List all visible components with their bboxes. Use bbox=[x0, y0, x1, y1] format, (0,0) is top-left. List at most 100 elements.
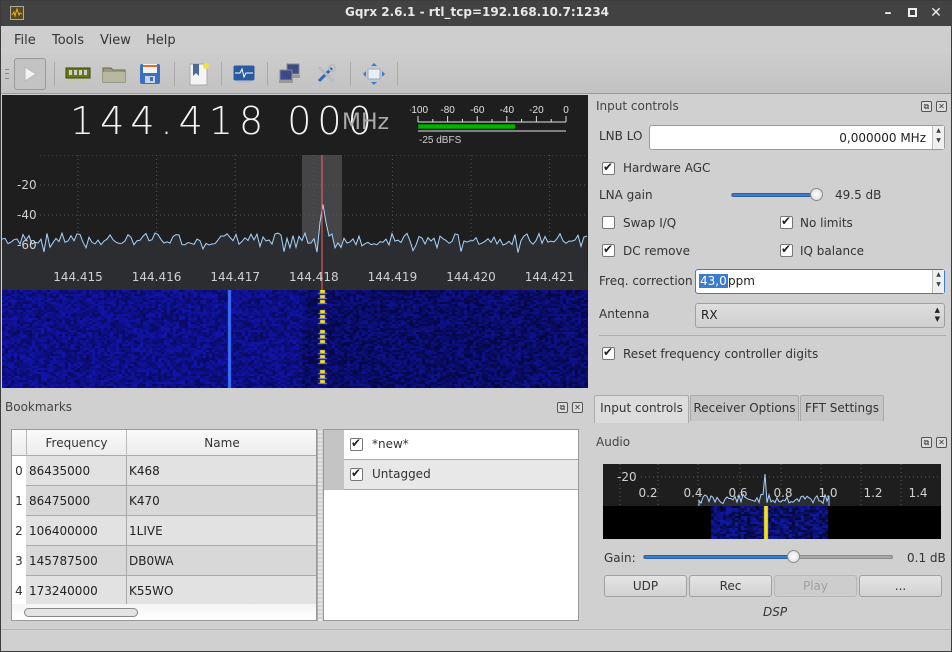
lna-gain-slider[interactable] bbox=[731, 188, 823, 201]
column-header-frequency[interactable]: Frequency bbox=[27, 430, 127, 456]
name-cell[interactable]: DB0WA bbox=[127, 546, 316, 576]
frequency-cell[interactable]: 86475000 bbox=[27, 486, 127, 516]
tag-checkbox[interactable] bbox=[350, 436, 363, 451]
add-bookmark-button[interactable] bbox=[182, 58, 214, 90]
meter-tick-label: -100 bbox=[410, 105, 428, 116]
tools-icon bbox=[317, 64, 336, 83]
float-dock-button[interactable]: ⧉ bbox=[921, 101, 932, 112]
name-cell[interactable]: 1LIVE bbox=[127, 516, 316, 546]
frequency-cell[interactable]: 145787500 bbox=[27, 546, 127, 576]
reset-digits-checkbox[interactable] bbox=[602, 345, 615, 360]
tag-row[interactable]: Untagged bbox=[324, 460, 578, 490]
tags-table[interactable]: *new* Untagged bbox=[323, 429, 579, 621]
freq-correction-label: Freq. correction bbox=[599, 274, 693, 288]
spectrum-plot[interactable]: -20 -40 -60 144.415 144.416 144.417 144.418 144… bbox=[2, 155, 588, 290]
play-button[interactable]: Play bbox=[774, 575, 857, 597]
x-tick-label: 144.415 bbox=[53, 270, 103, 284]
table-row[interactable]: 1 86475000 K470 bbox=[12, 486, 316, 516]
load-settings-button[interactable] bbox=[98, 58, 130, 90]
frequency-display[interactable]: 144.418 000 bbox=[70, 99, 378, 143]
hardware-board-icon bbox=[65, 67, 91, 81]
spectrum-panel[interactable]: 144.418 000 MHz -100 -80 -60 -40 -20 0 -25 dBF… bbox=[2, 95, 588, 388]
iq-balance-checkbox[interactable] bbox=[780, 242, 793, 257]
lnb-lo-field[interactable]: 0,000000 MHz ▲ ▼ bbox=[649, 125, 945, 150]
start-dsp-button[interactable] bbox=[14, 58, 46, 90]
divider bbox=[599, 335, 946, 336]
waterfall[interactable] bbox=[2, 290, 588, 388]
tag-checkbox[interactable] bbox=[350, 466, 363, 481]
toolbar bbox=[1, 53, 951, 94]
frequency-cell[interactable]: 106400000 bbox=[27, 516, 127, 546]
udp-button[interactable]: UDP bbox=[604, 575, 687, 597]
table-row[interactable]: 4 173240000 K55WO bbox=[12, 576, 316, 606]
tag-row[interactable]: *new* bbox=[324, 430, 578, 460]
configure-device-button[interactable] bbox=[62, 58, 94, 90]
menu-help[interactable]: Help bbox=[146, 33, 176, 48]
audio-options-button[interactable]: ... bbox=[859, 575, 942, 597]
lna-gain-label: LNA gain bbox=[599, 188, 653, 202]
tab-receiver-options[interactable]: Receiver Options bbox=[690, 395, 799, 421]
minimize-button[interactable]: – bbox=[879, 4, 897, 22]
row-index: 2 bbox=[12, 516, 26, 546]
remote-control-button[interactable] bbox=[274, 58, 306, 90]
audio-gain-slider-fill bbox=[644, 555, 792, 559]
rec-button[interactable]: Rec bbox=[689, 575, 772, 597]
table-row[interactable]: 3 145787500 DB0WA bbox=[12, 546, 316, 576]
lnb-lo-label: LNB LO bbox=[599, 129, 643, 143]
x-tick-label: 144.419 bbox=[368, 270, 418, 284]
y-tick-label: -60 bbox=[17, 238, 37, 252]
save-settings-button[interactable] bbox=[134, 58, 166, 90]
toolbar-grip[interactable] bbox=[5, 69, 9, 79]
float-dock-button[interactable]: ⧉ bbox=[557, 402, 568, 413]
hardware-agc-checkbox[interactable] bbox=[602, 160, 615, 175]
close-button[interactable]: ✕ bbox=[927, 4, 945, 22]
bookmarks-table[interactable]: Frequency Name 0 86435000 K468 1 86475000 K47… bbox=[11, 429, 317, 621]
close-dock-button[interactable]: ✕ bbox=[936, 437, 947, 448]
y-tick-label: -20 bbox=[17, 178, 37, 192]
no-limits-checkbox[interactable] bbox=[780, 214, 793, 229]
name-cell[interactable]: K468 bbox=[127, 456, 316, 486]
name-cell[interactable]: K55WO bbox=[127, 576, 316, 606]
input-controls-dock-buttons: ⧉ ✕ bbox=[921, 101, 951, 113]
menu-view[interactable]: View bbox=[100, 33, 131, 48]
maximize-button[interactable] bbox=[903, 4, 921, 22]
lna-gain-slider-handle[interactable] bbox=[810, 188, 823, 201]
close-dock-button[interactable]: ✕ bbox=[572, 402, 583, 413]
bookmarks-splitter[interactable] bbox=[317, 429, 322, 621]
menu-tools[interactable]: Tools bbox=[52, 33, 84, 48]
close-dock-button[interactable]: ✕ bbox=[936, 101, 947, 112]
menu-file[interactable]: File bbox=[14, 33, 36, 48]
dc-remove-checkbox[interactable] bbox=[602, 242, 615, 257]
horizontal-scrollbar[interactable] bbox=[12, 604, 316, 620]
frequency-cell[interactable]: 173240000 bbox=[27, 576, 127, 606]
settings-button[interactable] bbox=[310, 58, 342, 90]
antenna-value: RX bbox=[701, 308, 718, 322]
table-row[interactable]: 2 106400000 1LIVE bbox=[12, 516, 316, 546]
float-icon: ⧉ bbox=[559, 403, 566, 412]
swap-iq-checkbox[interactable] bbox=[602, 216, 615, 229]
floppy-disk-icon bbox=[140, 64, 160, 84]
float-dock-button[interactable]: ⧉ bbox=[921, 437, 932, 448]
column-header-name[interactable]: Name bbox=[127, 430, 316, 456]
io-devices-button[interactable] bbox=[228, 58, 260, 90]
scrollbar-thumb[interactable] bbox=[24, 608, 138, 617]
network-computers-icon bbox=[279, 63, 300, 83]
frequency-cell[interactable]: 86435000 bbox=[27, 456, 127, 486]
audio-fft-plot[interactable]: -20 0.2 0.4 0.6 0.8 1.0 1.2 1.4 bbox=[603, 464, 941, 539]
iq-balance-label: IQ balance bbox=[800, 244, 865, 258]
name-cell[interactable]: K470 bbox=[127, 486, 316, 516]
audio-gain-slider[interactable] bbox=[643, 550, 893, 563]
toggle-fullscreen-button[interactable] bbox=[358, 58, 390, 90]
row-header bbox=[324, 430, 344, 460]
dc-remove-label: DC remove bbox=[623, 244, 691, 258]
table-row[interactable]: 0 86435000 K468 bbox=[12, 456, 316, 486]
lnb-lo-spinner[interactable]: ▲ ▼ bbox=[932, 126, 944, 149]
freq-correction-field[interactable]: 43,0 ppm ▲ ▼ bbox=[695, 269, 945, 294]
meter-tick-label: 0 bbox=[563, 105, 569, 116]
audio-gain-label: Gain: bbox=[604, 551, 636, 565]
antenna-select[interactable]: RX ▲ ▼ bbox=[695, 303, 945, 328]
audio-gain-slider-handle[interactable] bbox=[787, 550, 800, 563]
freq-correction-spinner[interactable]: ▲ ▼ bbox=[932, 270, 944, 293]
tab-fft-settings[interactable]: FFT Settings bbox=[800, 395, 884, 421]
tab-input-controls[interactable]: Input controls bbox=[594, 395, 689, 423]
